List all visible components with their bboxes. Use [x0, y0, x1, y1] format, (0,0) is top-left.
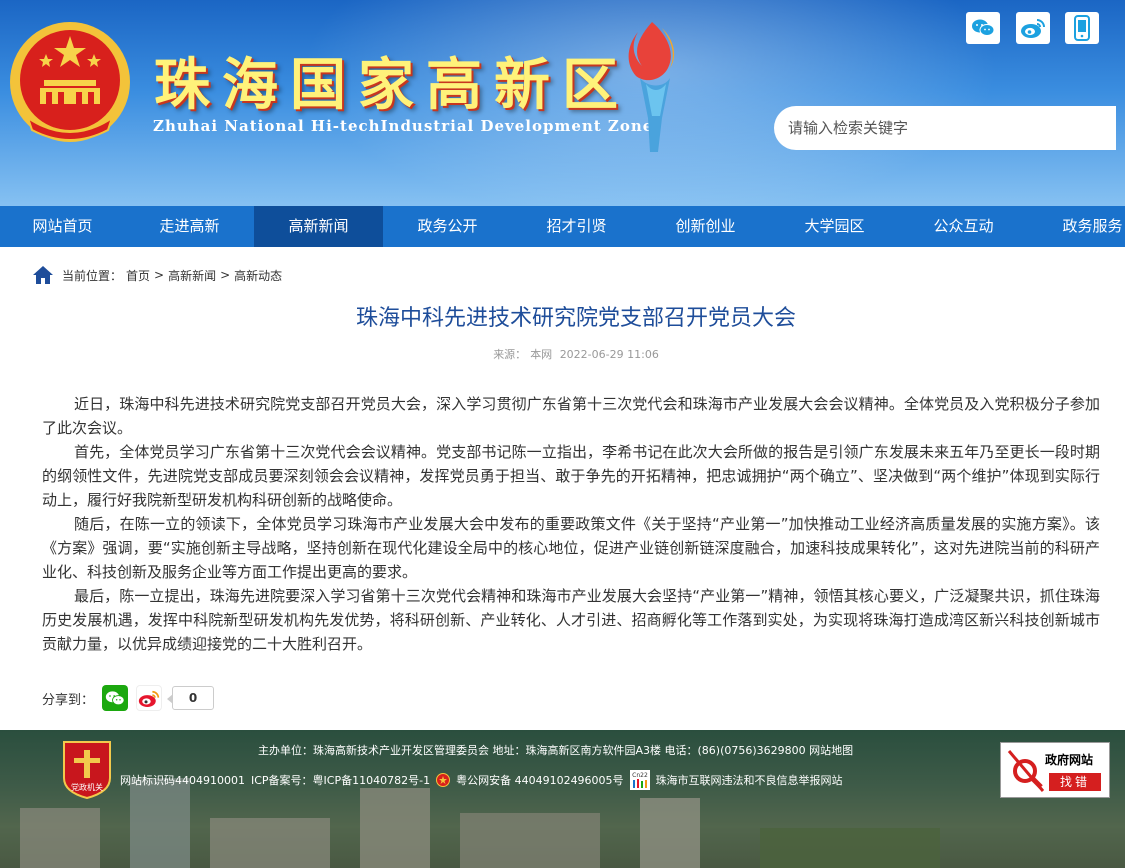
- nav-item-home[interactable]: 网站首页: [0, 206, 125, 247]
- article-paragraph: 首先，全体党员学习广东省第十三次党代会会议精神。党支部书记陈一立指出，李希书记在…: [42, 443, 1100, 509]
- share-count: 0: [167, 686, 215, 710]
- footer-records: 网站标识码4404910001 ICP备案号：粤ICP备11040782号-1 …: [120, 770, 843, 790]
- source-label: 来源：: [493, 348, 527, 361]
- share-wechat-button[interactable]: [102, 685, 129, 711]
- nav-item-talent[interactable]: 招才引贤: [512, 206, 641, 247]
- weibo-icon: [1021, 19, 1045, 38]
- nav-item-news[interactable]: 高新新闻: [254, 206, 383, 247]
- breadcrumb: 当前位置： 首页 > 高新新闻 > 高新动态: [32, 264, 286, 286]
- breadcrumb-separator: >: [154, 268, 165, 282]
- nav-item-university[interactable]: 大学园区: [770, 206, 899, 247]
- mobile-phone-icon: [1074, 15, 1090, 41]
- party-gov-badge-icon[interactable]: 党政机关: [60, 738, 114, 800]
- article-paragraph: 最后，陈一立提出，珠海先进院要深入学习省第十三次党代会精神和珠海市产业发展大会坚…: [42, 587, 1100, 653]
- badge-text: 党政机关: [71, 782, 103, 792]
- breadcrumb-news[interactable]: 高新新闻: [168, 267, 216, 284]
- article-paragraph: 近日，珠海中科先进技术研究院党支部召开党员大会，深入学习贯彻广东省第十三次党代会…: [42, 395, 1100, 437]
- weibo-link[interactable]: [1016, 12, 1050, 44]
- cn22-label: Cn22: [632, 772, 648, 779]
- wechat-icon: [972, 19, 995, 36]
- nav-item-interaction[interactable]: 公众互动: [899, 206, 1028, 247]
- breadcrumb-home[interactable]: 首页: [126, 267, 150, 284]
- article-title: 珠海中科先进技术研究院党支部召开党员大会: [355, 306, 796, 331]
- mobile-link[interactable]: [1065, 12, 1099, 44]
- magnifier-icon: [1007, 750, 1045, 792]
- breadcrumb-separator: >: [220, 268, 231, 282]
- main-nav: 网站首页 走进高新 高新新闻 政务公开 招才引贤 创新创业 大学园区 公众互动 …: [0, 206, 1125, 247]
- national-emblem-icon: [10, 22, 130, 142]
- nav-item-innovation[interactable]: 创新创业: [641, 206, 770, 247]
- gov-site-error-badge[interactable]: 政府网站 找错: [1000, 742, 1110, 798]
- nav-item-about[interactable]: 走进高新: [125, 206, 254, 247]
- site-title: 珠海国家高新区: [154, 52, 630, 118]
- footer-sponsor: 主办单位：珠海高新技术产业开发区管理委员会 地址：珠海高新区南方软件园A3楼 电…: [258, 744, 854, 757]
- search-input[interactable]: [788, 106, 1108, 150]
- breadcrumb-label: 当前位置：: [62, 268, 123, 283]
- share-label: 分享到：: [42, 692, 95, 708]
- article-paragraph: 随后，在陈一立的领读下，全体党员学习珠海市产业发展大会中发布的重要政策文件《关于…: [42, 515, 1100, 581]
- article-meta: 来源： 本网 2022-06-29 11:06: [0, 346, 1125, 362]
- site-id: 网站标识码4404910001: [120, 774, 245, 787]
- search-box: [774, 106, 1116, 150]
- nav-item-gov-affairs[interactable]: 政务公开: [383, 206, 512, 247]
- wechat-icon: [105, 690, 125, 705]
- article-body: 近日，珠海中科先进技术研究院党支部召开党员大会，深入学习贯彻广东省第十三次党代会…: [42, 392, 1100, 656]
- gov-error-action: 找错: [1049, 773, 1101, 791]
- home-icon: [33, 266, 53, 284]
- share-bar: 分享到： 0: [42, 685, 215, 711]
- report-site-link[interactable]: 珠海市互联网违法和不良信息举报网站: [656, 772, 843, 788]
- site-subtitle: Zhuhai National Hi-techIndustrial Develo…: [153, 117, 654, 135]
- breadcrumb-current[interactable]: 高新动态: [234, 267, 282, 284]
- site-header: 珠海国家高新区 Zhuhai National Hi-techIndustria…: [0, 0, 1125, 206]
- wechat-link[interactable]: [966, 12, 1000, 44]
- icp-record[interactable]: ICP备案号：粤ICP备11040782号-1: [251, 772, 430, 788]
- nav-item-services[interactable]: 政务服务: [1028, 206, 1125, 247]
- cn22-report-icon: Cn22: [629, 770, 650, 790]
- police-record[interactable]: 粤公网安备 44049102496005号: [456, 772, 623, 788]
- weibo-icon: [138, 690, 160, 707]
- site-footer: 党政机关 主办单位：珠海高新技术产业开发区管理委员会 地址：珠海高新区南方软件园…: [0, 730, 1125, 868]
- publish-date: 2022-06-29 11:06: [559, 348, 659, 361]
- source-value: 本网: [530, 348, 553, 361]
- police-emblem-icon: [436, 773, 451, 787]
- torch-logo-icon: [628, 22, 675, 152]
- share-weibo-button[interactable]: [136, 685, 163, 711]
- gov-error-title: 政府网站: [1045, 753, 1094, 767]
